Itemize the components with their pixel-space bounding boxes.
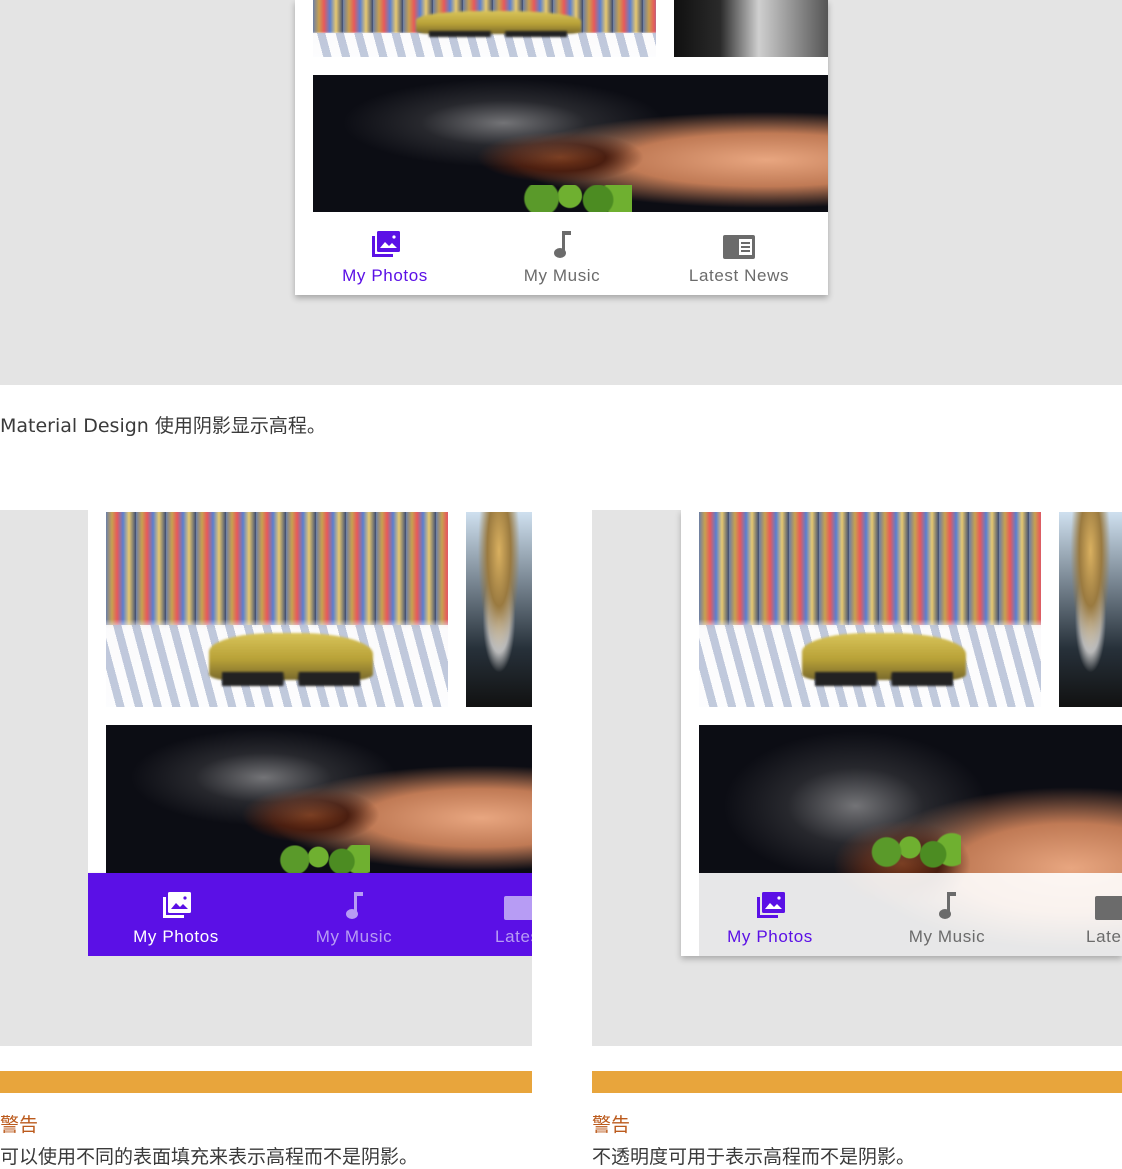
warning-title: 警告 bbox=[592, 1114, 631, 1136]
music-note-icon bbox=[552, 224, 572, 260]
photo-library-icon bbox=[160, 885, 192, 921]
nav-item-latest-news[interactable]: Latest bbox=[1051, 873, 1122, 956]
cooking-pot-photo bbox=[313, 75, 828, 212]
bottom-navigation: My Photos My Music Latest News bbox=[295, 212, 828, 295]
warning-text: 可以使用不同的表面填充来表示高程而不是阴影。 bbox=[0, 1146, 419, 1168]
street-food-photo bbox=[674, 0, 828, 57]
bottom-navigation: My Photos My Music Latest bbox=[681, 873, 1122, 956]
music-note-icon bbox=[937, 885, 957, 921]
nav-item-my-photos[interactable]: My Photos bbox=[116, 873, 236, 956]
newspaper-icon bbox=[722, 224, 756, 260]
noodle-bowl-photo bbox=[1059, 512, 1122, 707]
nav-label: My Music bbox=[908, 927, 986, 946]
nav-item-latest-news[interactable]: Latest bbox=[460, 873, 532, 956]
top-phone-mock: My Photos My Music Latest News bbox=[295, 0, 828, 295]
nav-label: My Music bbox=[315, 927, 393, 946]
nav-item-my-photos[interactable]: My Photos bbox=[325, 212, 445, 295]
warning-bar bbox=[0, 1071, 532, 1093]
city-street-photo bbox=[699, 512, 1041, 707]
top-figure-stage: My Photos My Music Latest News bbox=[0, 0, 1122, 385]
warning-bar bbox=[592, 1071, 1122, 1093]
nav-label: My Music bbox=[523, 266, 601, 285]
nav-item-my-photos[interactable]: My Photos bbox=[710, 873, 830, 956]
cooking-pot-photo bbox=[106, 725, 532, 875]
nav-label: Latest News bbox=[688, 266, 790, 285]
right-phone-mock: My Photos My Music Latest bbox=[681, 510, 1122, 956]
noodle-bowl-photo bbox=[466, 512, 532, 707]
warning-text: 不透明度可用于表示高程而不是阴影。 bbox=[592, 1146, 916, 1168]
newspaper-icon bbox=[503, 885, 532, 921]
nav-label: My Photos bbox=[342, 266, 428, 285]
warning-title: 警告 bbox=[0, 1114, 39, 1136]
bottom-navigation: My Photos My Music Latest bbox=[88, 873, 532, 956]
nav-item-my-music[interactable]: My Music bbox=[502, 212, 622, 295]
nav-label: My Photos bbox=[133, 927, 219, 946]
music-note-icon bbox=[344, 885, 364, 921]
right-figure-stage: My Photos My Music Latest bbox=[592, 510, 1122, 1046]
left-figure-stage: My Photos My Music Latest bbox=[0, 510, 532, 1046]
nav-item-latest-news[interactable]: Latest News bbox=[679, 212, 799, 295]
nav-label: Latest bbox=[1086, 927, 1122, 946]
nav-item-my-music[interactable]: My Music bbox=[294, 873, 414, 956]
newspaper-icon bbox=[1094, 885, 1122, 921]
photo-library-icon bbox=[754, 885, 786, 921]
city-street-photo bbox=[313, 0, 656, 57]
left-phone-mock: My Photos My Music Latest bbox=[88, 510, 532, 956]
city-street-photo bbox=[106, 512, 448, 707]
nav-item-my-music[interactable]: My Music bbox=[887, 873, 1007, 956]
nav-label: My Photos bbox=[727, 927, 813, 946]
photo-library-icon bbox=[369, 224, 401, 260]
top-figure-caption: Material Design 使用阴影显示高程。 bbox=[0, 415, 326, 437]
nav-label: Latest bbox=[495, 927, 532, 946]
